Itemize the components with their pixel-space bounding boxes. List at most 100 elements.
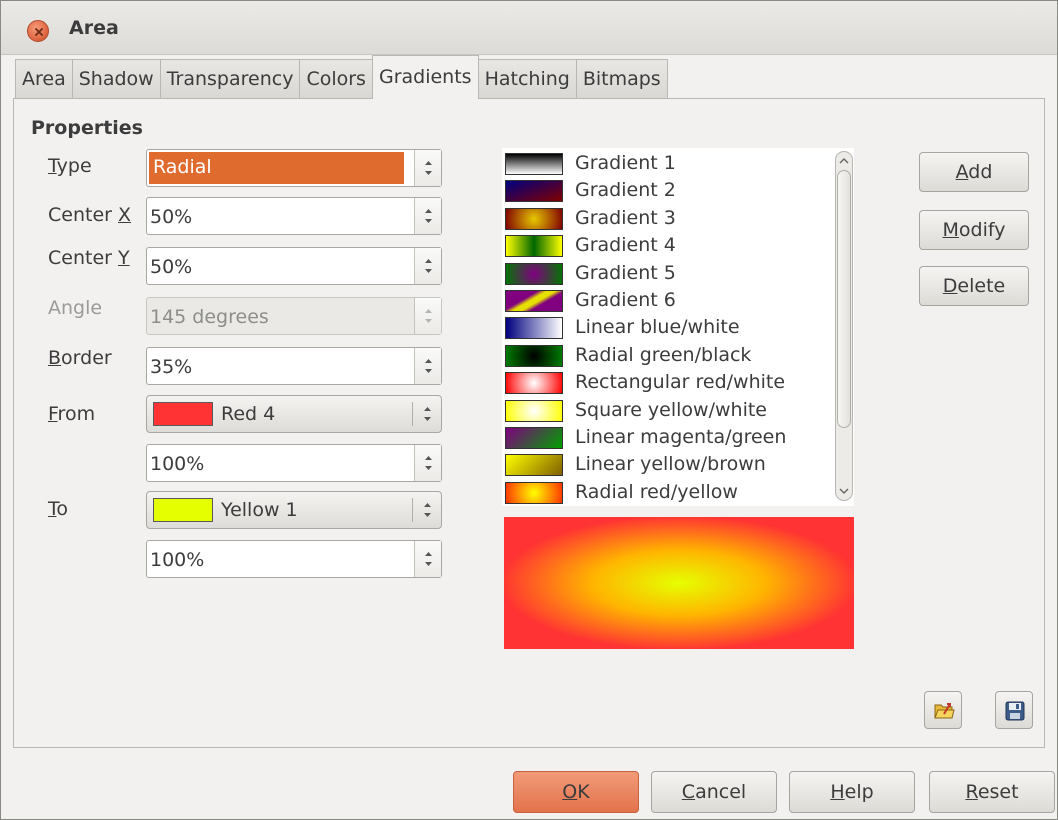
up-down-arrows-icon [425, 209, 432, 223]
type-select[interactable]: Radial [146, 149, 442, 187]
close-button[interactable] [27, 20, 49, 42]
up-down-arrows-icon [424, 407, 431, 421]
gradient-list-scrollbar[interactable] [835, 151, 853, 501]
up-down-arrows-icon [425, 456, 432, 470]
center-y-value: 50% [150, 256, 193, 278]
center-x-spin-arrows[interactable] [414, 198, 441, 234]
gradient-preview [504, 517, 854, 649]
scroll-up-icon[interactable] [836, 154, 852, 168]
save-gradients-button[interactable] [995, 691, 1033, 729]
add-button[interactable]: Add [919, 152, 1029, 192]
gradient-list-item[interactable]: Radial red/yellow [505, 481, 835, 508]
gradient-list-item[interactable]: Gradient 6 [505, 289, 835, 316]
gradient-list-item[interactable]: Radial green/black [505, 344, 835, 371]
gradient-swatch [505, 235, 563, 258]
type-label: Type [48, 155, 92, 177]
gradient-name: Gradient 1 [575, 152, 676, 174]
gradient-swatch [505, 399, 563, 422]
center-x-label: Center X [48, 204, 132, 226]
to-label: To [48, 498, 69, 520]
save-disk-icon [1005, 701, 1025, 721]
up-down-arrows-icon [424, 503, 431, 517]
cancel-button[interactable]: Cancel [651, 771, 777, 813]
gradient-list[interactable]: Gradient 1 Gradient 2 Gradient 3 Gradient 4… [502, 148, 854, 506]
angle-value: 145 degrees [150, 306, 269, 328]
from-intensity-field[interactable]: 100% [146, 444, 442, 482]
from-intensity-spin-arrows[interactable] [414, 445, 441, 481]
gradient-swatch [505, 344, 563, 367]
to-color-select[interactable]: Yellow 1 [146, 491, 442, 529]
gradient-list-item[interactable]: Gradient 1 [505, 152, 835, 179]
tab-gradients[interactable]: Gradients [371, 55, 479, 99]
gradient-swatch [505, 153, 563, 175]
gradient-swatch [505, 481, 563, 504]
from-dropdown-arrows[interactable] [414, 396, 441, 432]
to-separator [412, 498, 413, 522]
scroll-down-icon[interactable] [836, 484, 852, 498]
area-dialog: Area Area Shadow Transparency Colors Gra… [0, 0, 1058, 820]
gradient-list-item[interactable]: Gradient 2 [505, 179, 835, 206]
to-dropdown-arrows[interactable] [414, 492, 441, 528]
type-spin-arrows[interactable] [414, 150, 441, 186]
tab-transparency[interactable]: Transparency [159, 59, 301, 99]
to-intensity-field[interactable]: 100% [146, 540, 442, 578]
tab-area[interactable]: Area [15, 59, 73, 99]
gradient-name: Gradient 6 [575, 289, 676, 311]
gradient-name: Radial green/black [575, 343, 752, 366]
from-label: From [48, 403, 96, 425]
window-title: Area [69, 17, 119, 39]
tab-hatching[interactable]: Hatching [477, 59, 577, 99]
center-y-field[interactable]: 50% [146, 247, 442, 285]
border-spin-arrows[interactable] [414, 348, 441, 384]
to-intensity-value: 100% [150, 549, 205, 571]
center-y-label: Center Y [48, 247, 130, 269]
gradient-list-item[interactable]: Rectangular red/white [505, 371, 835, 398]
border-field[interactable]: 35% [146, 347, 442, 385]
gradient-name: Gradient 3 [575, 206, 676, 229]
gradient-swatch [505, 427, 563, 449]
up-down-arrows-icon [425, 309, 432, 323]
gradient-name: Gradient 5 [575, 261, 676, 284]
gradient-list-item[interactable]: Linear magenta/green [505, 426, 835, 453]
center-y-spin-arrows[interactable] [414, 248, 441, 284]
up-down-arrows-icon [425, 552, 432, 566]
from-separator [412, 402, 413, 426]
tab-bitmaps[interactable]: Bitmaps [575, 59, 668, 99]
gradient-list-item[interactable]: Linear yellow/brown [505, 453, 835, 480]
reset-button[interactable]: Reset [929, 771, 1055, 813]
gradient-swatch [505, 372, 563, 395]
gradient-list-item[interactable]: Gradient 3 [505, 207, 835, 234]
ok-button[interactable]: OK [513, 771, 639, 813]
tab-bar: Area Shadow Transparency Colors Gradient… [15, 55, 668, 99]
scrollbar-thumb[interactable] [837, 170, 851, 428]
gradient-name: Linear blue/white [575, 316, 740, 339]
gradient-list-item[interactable]: Gradient 5 [505, 262, 835, 289]
angle-field: 145 degrees [146, 297, 442, 335]
center-x-value: 50% [150, 206, 193, 228]
from-intensity-value: 100% [150, 453, 205, 475]
type-selected-value: Radial [149, 152, 404, 184]
to-intensity-spin-arrows[interactable] [414, 541, 441, 577]
gradient-swatch [505, 317, 563, 340]
gradient-list-item[interactable]: Linear blue/white [505, 316, 835, 343]
close-icon [35, 28, 43, 36]
border-value: 35% [150, 356, 193, 378]
modify-button[interactable]: Modify [919, 210, 1029, 250]
tab-colors[interactable]: Colors [299, 59, 373, 99]
up-down-arrows-icon [425, 161, 432, 175]
gradient-name: Gradient 2 [575, 179, 676, 202]
gradient-list-item[interactable]: Gradient 4 [505, 234, 835, 261]
up-down-arrows-icon [425, 359, 432, 373]
load-gradients-button[interactable] [924, 691, 962, 729]
gradient-name: Linear yellow/brown [575, 453, 766, 476]
up-down-arrows-icon [425, 259, 432, 273]
delete-button[interactable]: Delete [919, 266, 1029, 306]
from-color-select[interactable]: Red 4 [146, 395, 442, 433]
gradient-swatch [505, 290, 563, 312]
center-x-field[interactable]: 50% [146, 197, 442, 235]
gradient-swatch [505, 454, 563, 477]
to-color-swatch [153, 498, 213, 522]
gradient-list-item[interactable]: Square yellow/white [505, 399, 835, 426]
help-button[interactable]: Help [789, 771, 915, 813]
tab-shadow[interactable]: Shadow [71, 59, 161, 99]
